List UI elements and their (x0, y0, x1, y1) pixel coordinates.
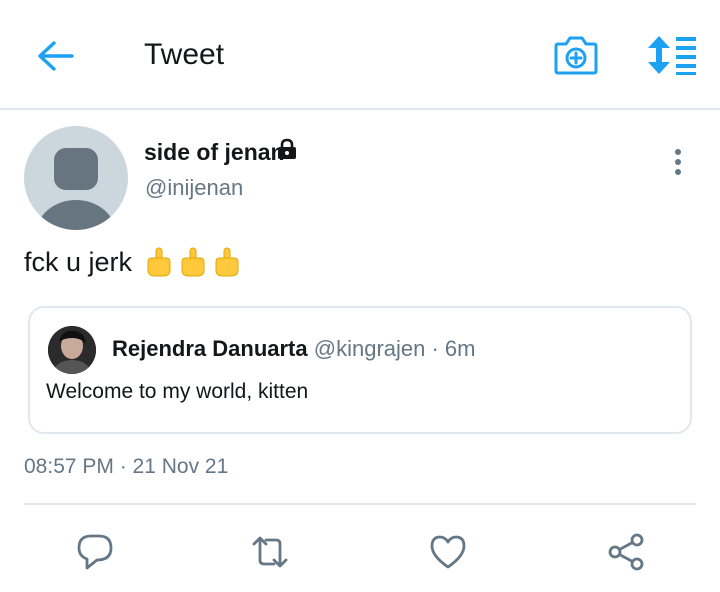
lock-icon (278, 138, 296, 159)
quoted-tweet-card[interactable]: Rejendra Danuarta @kingrajen · 6m Welcom… (28, 306, 692, 434)
more-vertical-icon (675, 149, 681, 175)
middle-finger-emoji (147, 247, 171, 277)
compose-photo-button[interactable] (552, 34, 600, 76)
retweet-icon (252, 536, 288, 568)
reply-button[interactable] (75, 532, 115, 572)
quoted-avatar[interactable] (48, 326, 96, 374)
more-options-button[interactable] (670, 148, 686, 176)
quoted-handle-time: @kingrajen · 6m (313, 336, 476, 361)
page-title: Tweet (144, 38, 225, 71)
tweet-body: fck u jerk (24, 246, 242, 278)
timeline-sort-icon (648, 36, 696, 75)
top-app-bar: Tweet (0, 0, 720, 110)
timeline-sort-button[interactable] (646, 34, 698, 76)
author-display-name[interactable]: side of jenan (144, 139, 285, 166)
middle-finger-emoji (181, 247, 205, 277)
camera-icon (554, 36, 598, 75)
quoted-tweet-header: Rejendra Danuarta @kingrajen · 6m (112, 336, 475, 362)
like-button[interactable] (428, 532, 468, 572)
quoted-avatar-photo (48, 326, 96, 374)
heart-icon (430, 535, 466, 569)
default-avatar-icon (36, 148, 116, 230)
retweet-button[interactable] (250, 532, 290, 572)
tweet-timestamp: 08:57 PM · 21 Nov 21 (24, 455, 229, 478)
back-button[interactable] (32, 36, 78, 76)
divider (24, 503, 696, 505)
back-arrow-icon (38, 41, 74, 71)
avatar[interactable] (24, 126, 128, 230)
quoted-display-name[interactable]: Rejendra Danuarta (112, 336, 308, 361)
quoted-tweet-text: Welcome to my world, kitten (46, 380, 309, 403)
share-icon (608, 533, 644, 571)
emoji-group (144, 246, 242, 278)
share-button[interactable] (606, 532, 646, 572)
reply-icon (77, 534, 113, 570)
author-handle[interactable]: @inijenan (145, 175, 243, 201)
tweet-text: fck u jerk (24, 246, 133, 277)
middle-finger-emoji (215, 247, 239, 277)
